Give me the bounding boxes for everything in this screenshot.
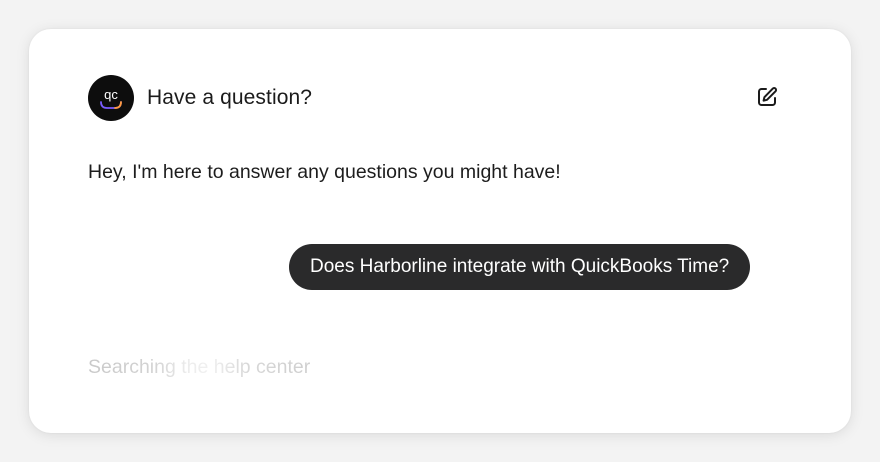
assistant-avatar: qc — [88, 75, 134, 121]
chat-title: Have a question? — [147, 86, 313, 109]
new-chat-button[interactable] — [755, 85, 779, 109]
qc-logo-icon: qc — [100, 87, 122, 109]
searching-status-text: Searching the help center — [88, 356, 311, 378]
user-message-text: Does Harborline integrate with QuickBook… — [310, 256, 730, 277]
avatar-text: qc — [104, 87, 118, 102]
assistant-greeting-message: Hey, I'm here to answer any questions yo… — [88, 161, 561, 183]
edit-icon — [758, 87, 777, 106]
chat-panel: qc Have a question? Hey, I'm here to ans… — [29, 29, 851, 433]
user-message-bubble: Does Harborline integrate with QuickBook… — [289, 244, 751, 290]
chat-header: qc Have a question? — [88, 75, 788, 121]
